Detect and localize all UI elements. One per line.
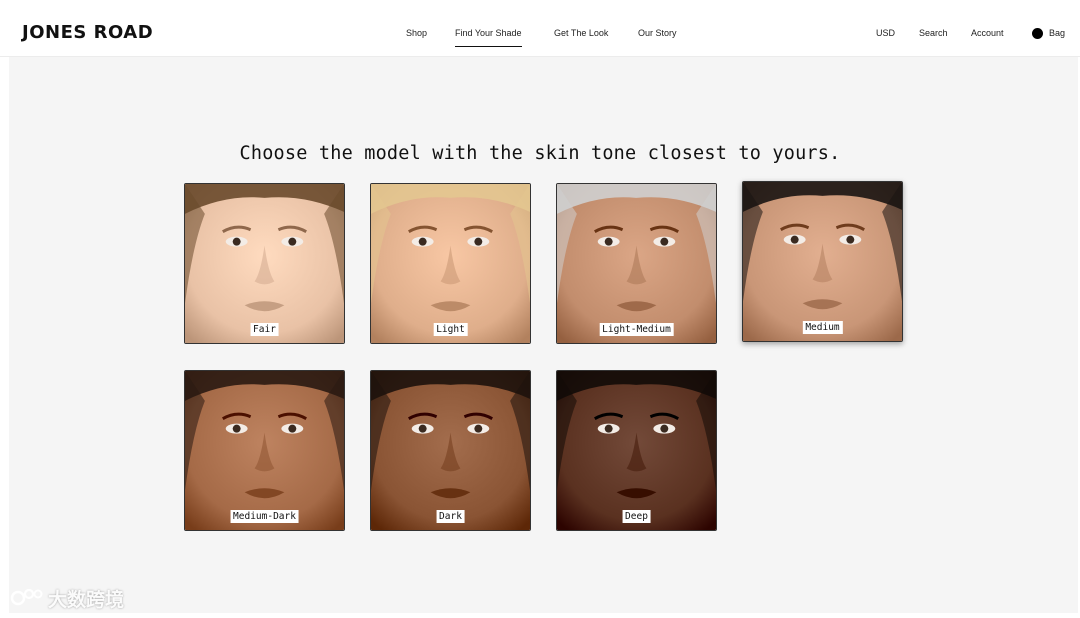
- shade-card-medium[interactable]: Medium: [742, 181, 903, 342]
- nav-our-story[interactable]: Our Story: [638, 28, 677, 38]
- model-portrait: [371, 371, 530, 530]
- shade-card-fair[interactable]: Fair: [184, 183, 345, 344]
- model-portrait: [557, 371, 716, 530]
- nav-find-your-shade[interactable]: Find Your Shade: [455, 28, 522, 47]
- shade-card-light[interactable]: Light: [370, 183, 531, 344]
- shade-label: Light-Medium: [599, 323, 674, 336]
- model-portrait: [743, 182, 902, 341]
- main-content: [9, 57, 1078, 613]
- model-portrait: [185, 371, 344, 530]
- shade-card-deep[interactable]: Deep: [556, 370, 717, 531]
- shade-label: Medium: [802, 321, 843, 334]
- shade-label: Light: [433, 323, 468, 336]
- site-header: JONES ROAD Shop Find Your Shade Get The …: [0, 0, 1080, 57]
- model-portrait: [371, 184, 530, 343]
- bag-link[interactable]: Bag: [1049, 28, 1065, 38]
- nav-shop[interactable]: Shop: [406, 28, 427, 38]
- model-portrait: [185, 184, 344, 343]
- shade-label: Deep: [622, 510, 651, 523]
- brand-logo[interactable]: JONES ROAD: [22, 22, 153, 43]
- bag-icon[interactable]: [1032, 28, 1043, 39]
- watermark: 大数跨境: [10, 585, 124, 611]
- watermark-logo-icon: [10, 588, 43, 606]
- watermark-text: 大数跨境: [48, 588, 125, 611]
- shade-card-light-medium[interactable]: Light-Medium: [556, 183, 717, 344]
- shade-label: Fair: [250, 323, 279, 336]
- model-portrait: [557, 184, 716, 343]
- shade-label: Dark: [436, 510, 465, 523]
- shade-card-dark[interactable]: Dark: [370, 370, 531, 531]
- page-heading: Choose the model with the skin tone clos…: [239, 143, 841, 164]
- search-link[interactable]: Search: [919, 28, 948, 38]
- nav-get-the-look[interactable]: Get The Look: [554, 28, 608, 38]
- currency-selector[interactable]: USD: [876, 28, 895, 38]
- shade-card-medium-dark[interactable]: Medium-Dark: [184, 370, 345, 531]
- shade-label: Medium-Dark: [230, 510, 299, 523]
- account-link[interactable]: Account: [971, 28, 1004, 38]
